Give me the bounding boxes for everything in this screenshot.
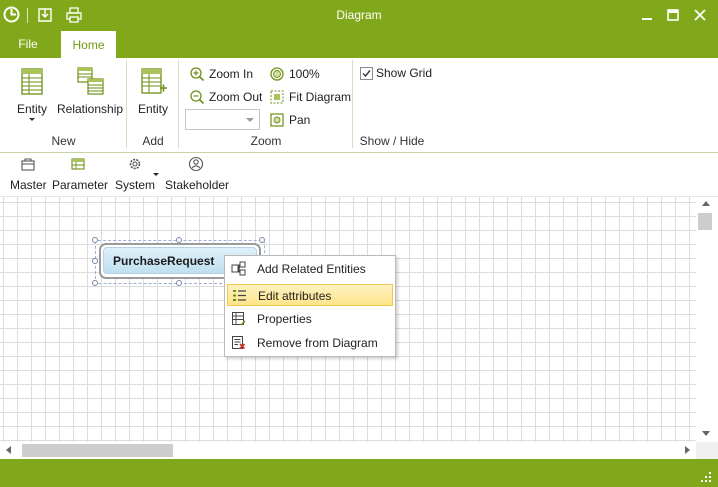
horizontal-scrollbar[interactable] (0, 442, 696, 459)
add-entity-button[interactable]: Entity (133, 66, 173, 116)
properties-icon (232, 312, 246, 326)
resize-handle-bottom-left[interactable] (92, 280, 98, 286)
entity-table-icon (21, 68, 43, 95)
remove-icon (232, 336, 246, 350)
vertical-scroll-thumb[interactable] (698, 213, 712, 230)
zoom-out-icon (190, 90, 205, 105)
title-bar: Diagram (0, 0, 718, 31)
zoom-out-label: Zoom Out (209, 90, 263, 104)
pan-icon (270, 113, 284, 127)
fit-diagram-button[interactable]: Fit Diagram (269, 87, 352, 107)
window-title: Diagram (336, 8, 382, 22)
add-entity-label: Entity (137, 102, 168, 116)
scrollbar-corner (696, 442, 718, 459)
ribbon-panel: Entity Relationship New Entity Add Zoom … (0, 58, 718, 153)
vertical-scrollbar[interactable] (696, 197, 718, 442)
zoom-100-icon (270, 67, 284, 81)
zoom-100-label: 100% (289, 67, 320, 81)
resize-handle-top[interactable] (176, 237, 182, 243)
fit-diagram-label: Fit Diagram (289, 90, 352, 104)
pan-label: Pan (289, 113, 311, 127)
zoom-in-icon (190, 67, 205, 82)
menu-item-label: Edit attributes (258, 289, 332, 303)
resize-handle-top-left[interactable] (92, 237, 98, 243)
parameter-icon (71, 158, 85, 170)
maximize-icon[interactable] (666, 8, 680, 22)
new-entity-label: Entity (16, 102, 47, 116)
zoom-out-button[interactable]: Zoom Out (189, 87, 264, 107)
chevron-down-icon (246, 118, 254, 122)
show-grid-label: Show Grid (376, 66, 433, 80)
resize-handle-bottom[interactable] (176, 280, 182, 286)
zoom-level-select[interactable] (185, 109, 260, 130)
group-new: Entity Relationship New (0, 58, 127, 153)
toolbox: Master Parameter System Stakeholder (0, 154, 718, 197)
scroll-right-arrow-icon[interactable] (685, 446, 690, 454)
fit-diagram-icon (270, 90, 284, 104)
menu-item-properties[interactable]: Properties (227, 308, 393, 330)
menu-item-remove-from-diagram[interactable]: Remove from Diagram (227, 332, 393, 354)
toolbox-item-stakeholder[interactable]: Stakeholder (165, 156, 230, 192)
group-add-label: Add (142, 134, 164, 148)
group-show-hide-label: Show / Hide (359, 134, 425, 148)
add-entity-icon (141, 68, 167, 94)
context-menu: Add Related Entities Edit attributes Pro… (224, 255, 396, 357)
status-bar (0, 459, 718, 487)
zoom-in-label: Zoom In (209, 67, 254, 81)
system-gear-icon (129, 158, 141, 170)
scroll-down-arrow-icon[interactable] (702, 431, 710, 436)
menu-item-edit-attributes[interactable]: Edit attributes (227, 284, 393, 306)
relationship-icon (77, 67, 104, 95)
toolbox-item-master[interactable]: Master (10, 156, 47, 192)
menu-item-label: Remove from Diagram (257, 336, 378, 350)
toolbox-item-parameter[interactable]: Parameter (52, 156, 109, 192)
horizontal-scroll-thumb[interactable] (22, 444, 173, 457)
stakeholder-icon (188, 156, 204, 172)
master-icon (21, 158, 35, 171)
toolbox-parameter-label: Parameter (52, 178, 109, 192)
group-add: Entity Add (127, 58, 179, 153)
toolbox-stakeholder-label: Stakeholder (165, 178, 230, 192)
new-relationship-label: Relationship (57, 102, 124, 116)
toolbox-master-label: Master (10, 178, 47, 192)
new-relationship-button[interactable]: Relationship (57, 66, 123, 116)
scroll-left-arrow-icon[interactable] (6, 446, 11, 454)
edit-attributes-icon (233, 290, 246, 301)
minimize-icon[interactable] (640, 8, 654, 22)
toolbox-item-system[interactable]: System (115, 156, 155, 192)
tab-file[interactable]: File (9, 31, 47, 58)
group-zoom-label: Zoom (250, 134, 282, 148)
scroll-up-arrow-icon[interactable] (702, 201, 710, 206)
toolbox-system-label: System (115, 178, 156, 192)
pan-button[interactable]: Pan (269, 110, 314, 130)
resize-grip-icon[interactable] (700, 471, 712, 483)
zoom-100-button[interactable]: 100% (269, 64, 320, 84)
zoom-in-button[interactable]: Zoom In (189, 64, 259, 84)
related-entities-icon (231, 261, 246, 276)
group-new-label: New (51, 134, 76, 148)
system-dropdown-arrow-icon[interactable] (153, 173, 159, 176)
checkbox-box[interactable] (360, 67, 373, 80)
entity-name: PurchaseRequest (113, 254, 215, 268)
dropdown-arrow-icon (29, 118, 35, 121)
resize-handle-top-right[interactable] (259, 237, 265, 243)
new-entity-button[interactable]: Entity (12, 66, 52, 121)
close-icon[interactable] (693, 8, 707, 22)
menu-item-label: Properties (257, 312, 312, 326)
menu-item-label: Add Related Entities (257, 262, 366, 276)
check-icon (362, 70, 371, 78)
resize-handle-left[interactable] (92, 258, 98, 264)
tab-home[interactable]: Home (61, 31, 116, 58)
menu-item-add-related-entities[interactable]: Add Related Entities (227, 258, 393, 280)
ribbon-tabs: File Home (0, 31, 718, 58)
